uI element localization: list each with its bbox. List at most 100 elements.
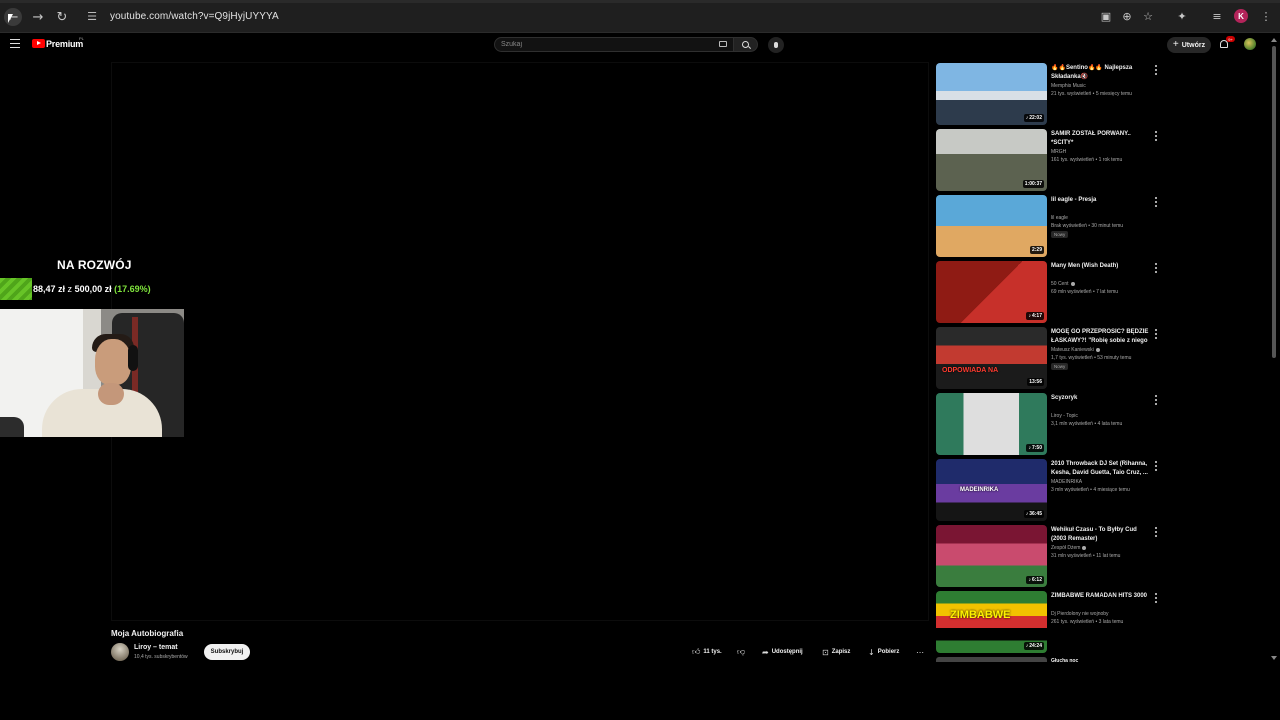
dislike-button[interactable]: 👎︎ — [737, 644, 745, 660]
duration-badge: ♪ 6:12 — [1026, 576, 1044, 584]
more-options-icon[interactable] — [1153, 395, 1159, 405]
channel-name[interactable]: Liroy – temat — [134, 644, 178, 651]
recommendation-thumbnail[interactable]: ♪ 7:50 — [936, 393, 1047, 455]
screen: ← → ↻ ☰ youtube.com/watch?v=Q9jHyjUYYYA … — [0, 0, 1280, 720]
duration-text: 24:24 — [1029, 643, 1042, 649]
recommendation-thumbnail[interactable]: ♪ 22:02 — [936, 63, 1047, 125]
duration-text: 22:02 — [1029, 115, 1042, 121]
recommendation-item[interactable]: ODPOWIADA NA 13:56 MOGĘ GO PRZEPROSIĆ? B… — [936, 327, 1166, 389]
recommendation-title[interactable]: ZIMBABWE RAMADAN HITS 3000 — [1051, 592, 1151, 601]
recommendation-meta: 161 tys. wyświetleń • 1 rok temu — [1051, 157, 1123, 163]
recommendation-title[interactable]: 🔥🔥Sentino🔥🔥 Najlepsza Składanka🔇 — [1051, 64, 1151, 81]
recommendation-title[interactable]: lil eagle - Presja — [1051, 196, 1151, 205]
recommendation-item[interactable]: ♪ 22:02 🔥🔥Sentino🔥🔥 Najlepsza Składanka🔇 … — [936, 63, 1166, 125]
create-button[interactable]: + Utwórz — [1167, 37, 1211, 53]
recommendation-title-partial[interactable]: Głucha noc — [1051, 658, 1078, 664]
more-options-icon[interactable] — [1153, 593, 1159, 603]
recommendation-item[interactable]: ♪ 4:17 Many Men (Wish Death) 50 Cent 69 m… — [936, 261, 1166, 323]
recommendation-channel[interactable]: Mateusz Kaniewski — [1051, 347, 1100, 353]
search-box[interactable] — [494, 37, 734, 52]
recommendation-item[interactable]: ZIMBABWE ♪ 24:24 ZIMBABWE RAMADAN HITS 30… — [936, 591, 1166, 653]
account-avatar[interactable] — [1244, 38, 1256, 50]
duration-text: 13:56 — [1029, 379, 1042, 385]
recommendation-channel[interactable]: MRGH — [1051, 149, 1066, 155]
recommendation-channel[interactable]: 50 Cent — [1051, 281, 1075, 287]
recommendation-title[interactable]: Scyzoryk — [1051, 394, 1151, 403]
recommendation-item[interactable]: 1:00:37 SAMIR ZOSTAŁ PORWANY.. *SCITY* M… — [936, 129, 1166, 191]
install-app-icon[interactable]: ▣ — [1099, 9, 1113, 23]
scroll-up-arrow-icon[interactable] — [1271, 38, 1277, 42]
menu-kebab-icon[interactable]: ⋮ — [1259, 9, 1273, 23]
recommendation-thumbnail[interactable]: ♪ 4:17 — [936, 261, 1047, 323]
more-options-icon[interactable] — [1153, 461, 1159, 471]
address-bar[interactable]: ☰ youtube.com/watch?v=Q9jHyjUYYYA — [78, 6, 1138, 27]
recommendation-thumbnail[interactable]: ODPOWIADA NA 13:56 — [936, 327, 1047, 389]
share-button[interactable]: ➦ Udostępnij — [762, 644, 803, 660]
recommendation-thumbnail[interactable]: ZIMBABWE ♪ 24:24 — [936, 591, 1047, 653]
more-options-icon[interactable] — [1153, 65, 1159, 75]
recommendation-item[interactable]: ♪ 7:50 Scyzoryk Liroy - Topic 3,1 mln wyś… — [936, 393, 1166, 455]
back-arrow-icon[interactable]: ← — [4, 8, 22, 26]
duration-badge: ♪ 22:02 — [1023, 114, 1044, 122]
recommendation-thumbnail-partial[interactable] — [936, 657, 1047, 662]
recommendation-thumbnail[interactable]: MADEINRIKA ♪ 36:45 — [936, 459, 1047, 521]
extensions-icon[interactable]: ✦ — [1175, 9, 1189, 23]
bookmark-star-icon[interactable]: ☆ — [1141, 9, 1155, 23]
voice-search-button[interactable] — [768, 37, 784, 53]
search-input[interactable] — [501, 39, 701, 50]
hamburger-menu-icon[interactable] — [10, 39, 20, 48]
more-options-icon[interactable] — [1153, 197, 1159, 207]
recommendation-item[interactable]: MADEINRIKA ♪ 36:45 2010 Throwback DJ Set … — [936, 459, 1166, 521]
search-button[interactable] — [734, 37, 758, 52]
like-button[interactable]: 👍︎ 11 tys. — [692, 644, 722, 660]
music-note-icon: ♪ — [1028, 313, 1031, 319]
recommendation-title[interactable]: MOGĘ GO PRZEPROSIĆ? BĘDZIE ŁASKAWY?! "Ro… — [1051, 328, 1151, 345]
more-options-icon[interactable] — [1153, 329, 1159, 339]
thumbnail-caption: MADEINRIKA — [960, 487, 999, 493]
youtube-logo-icon[interactable] — [32, 39, 45, 48]
recommendation-title[interactable]: SAMIR ZOSTAŁ PORWANY.. *SCITY* — [1051, 130, 1151, 147]
streamer-hand — [98, 383, 124, 405]
reload-icon[interactable]: ↻ — [53, 8, 71, 26]
more-options-icon[interactable] — [1153, 527, 1159, 537]
recommendation-thumbnail[interactable]: 1:00:37 — [936, 129, 1047, 191]
video-player[interactable] — [111, 62, 929, 621]
recommendation-channel[interactable]: lil eagle — [1051, 215, 1068, 221]
url-text[interactable]: youtube.com/watch?v=Q9jHyjUYYYA — [110, 11, 279, 22]
media-controls-icon[interactable]: ≡ — [1210, 9, 1224, 23]
create-label: Utwórz — [1181, 41, 1206, 49]
page-scrollbar[interactable] — [1271, 38, 1277, 662]
more-options-icon[interactable] — [1153, 263, 1159, 273]
browser-toolbar: ← → ↻ ☰ youtube.com/watch?v=Q9jHyjUYYYA … — [0, 0, 1280, 33]
share-label: Udostępnij — [771, 649, 803, 655]
recommendation-thumbnail[interactable]: 2:29 — [936, 195, 1047, 257]
more-options-icon[interactable] — [1153, 131, 1159, 141]
forward-arrow-icon[interactable]: → — [29, 8, 47, 26]
recommendation-title[interactable]: Many Men (Wish Death) — [1051, 262, 1151, 271]
youtube-premium-wordmark[interactable]: Premium — [46, 39, 83, 49]
recommendation-item[interactable]: ♪ 6:12 Wehikuł Czasu - To Byłby Cud (2003… — [936, 525, 1166, 587]
recommendation-channel[interactable]: MADEINRIKA — [1051, 479, 1082, 485]
recommendation-thumbnail[interactable]: ♪ 6:12 — [936, 525, 1047, 587]
zoom-icon[interactable]: ⊕ — [1120, 9, 1134, 23]
recommendation-title[interactable]: Wehikuł Czasu - To Byłby Cud (2003 Remas… — [1051, 526, 1151, 543]
profile-avatar[interactable]: K — [1234, 9, 1248, 23]
site-info-icon[interactable]: ☰ — [84, 9, 100, 25]
recommendation-channel[interactable]: Liroy - Topic — [1051, 413, 1078, 419]
duration-badge: ♪ 7:50 — [1026, 444, 1044, 452]
recommendation-channel[interactable]: Dj Pierdolony nie wojnoby — [1051, 611, 1109, 617]
keyboard-icon[interactable] — [719, 41, 727, 47]
scroll-down-arrow-icon[interactable] — [1271, 656, 1277, 660]
recommendation-title[interactable]: 2010 Throwback DJ Set (Rihanna, Kesha, D… — [1051, 460, 1151, 477]
recommendation-item[interactable]: 2:29 lil eagle - Presja lil eagle Brak w… — [936, 195, 1166, 257]
scrollbar-thumb[interactable] — [1272, 46, 1276, 358]
duration-badge: 2:29 — [1029, 246, 1044, 254]
more-actions-button[interactable]: ⋯ — [916, 644, 924, 660]
download-button[interactable]: ↓ Pobierz — [868, 644, 899, 660]
recommendation-channel[interactable]: Memphis Music — [1051, 83, 1086, 89]
recommendation-channel[interactable]: Zespół Dżem — [1051, 545, 1087, 551]
channel-avatar[interactable] — [111, 643, 129, 661]
subscribe-button[interactable]: Subskrybuj — [204, 644, 250, 660]
recommendation-meta: 261 tys. wyświetleń • 3 lata temu — [1051, 619, 1124, 625]
save-button[interactable]: ⊡ Zapisz — [822, 644, 850, 660]
